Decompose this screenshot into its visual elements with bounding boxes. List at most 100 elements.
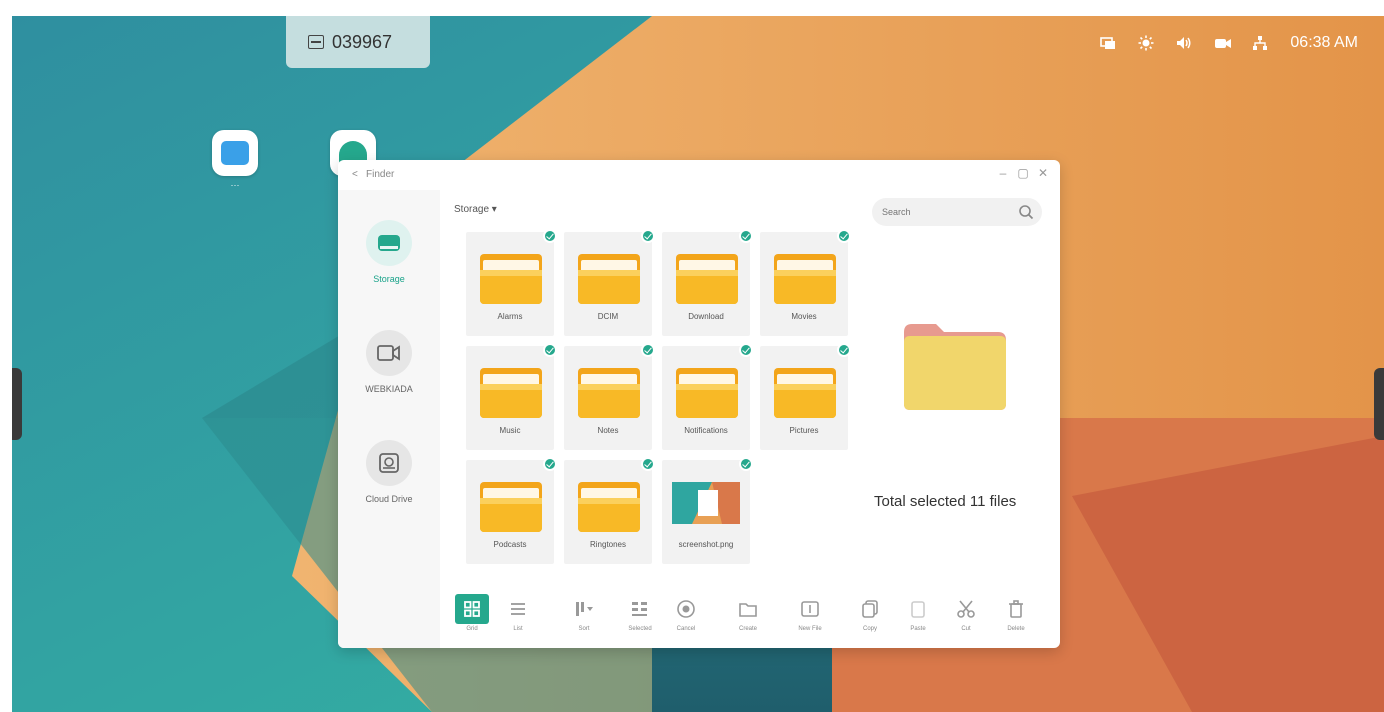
- volume-icon[interactable]: [1176, 35, 1192, 51]
- selected-check-icon[interactable]: [739, 343, 753, 357]
- file-name: screenshot.png: [678, 540, 734, 549]
- sort-icon: [567, 594, 601, 624]
- screen-mirror-icon[interactable]: [1100, 35, 1116, 51]
- cut-icon: [949, 594, 983, 624]
- storage-icon: [366, 220, 412, 266]
- whiteboard-app-label: ···: [230, 180, 240, 190]
- file-name: Alarms: [497, 312, 523, 321]
- selected-check-icon[interactable]: [641, 229, 655, 243]
- search-input[interactable]: [882, 204, 1002, 220]
- back-button[interactable]: <: [352, 169, 358, 180]
- toolbar-label: Cut: [961, 626, 971, 632]
- sidebar-item-webkiada[interactable]: WEBKIADA: [338, 330, 440, 394]
- folder-icon: [578, 482, 640, 532]
- folder-tile[interactable]: DCIM: [564, 229, 655, 336]
- toolbar-paste-button[interactable]: Paste: [898, 592, 938, 648]
- toolbar-create-button[interactable]: Create: [728, 592, 768, 648]
- selected-check-icon[interactable]: [543, 343, 557, 357]
- file-name: Music: [499, 426, 521, 435]
- selected-check-icon[interactable]: [543, 229, 557, 243]
- folder-tile[interactable]: Podcasts: [466, 457, 557, 564]
- search-icon[interactable]: [1018, 204, 1034, 225]
- status-bar: 06:38 AM: [1100, 34, 1358, 52]
- toolbar-list-button[interactable]: List: [498, 592, 538, 648]
- toolbar-label: New File: [798, 626, 822, 632]
- list-view-icon: [501, 594, 535, 624]
- device-id-text: 039967: [332, 31, 393, 52]
- toolbar-new-file-button[interactable]: New File: [790, 592, 830, 648]
- folder-preview-icon: [904, 324, 1006, 410]
- toolbar-label: Delete: [1007, 626, 1025, 632]
- new-file-icon: [793, 594, 827, 624]
- selected-check-icon[interactable]: [739, 229, 753, 243]
- toolbar-label: Cancel: [676, 626, 696, 632]
- minimize-button[interactable]: –: [996, 166, 1010, 180]
- folder-icon: [676, 368, 738, 418]
- folder-tile[interactable]: Ringtones: [564, 457, 655, 564]
- toolbar-label: List: [513, 626, 523, 632]
- toolbar-label: Sort: [578, 626, 590, 632]
- window-controls: – ▢ ✕: [996, 166, 1050, 180]
- file-name: Movies: [791, 312, 817, 321]
- image-thumbnail-icon: [672, 482, 740, 524]
- search-box[interactable]: [872, 198, 1042, 226]
- folder-tile[interactable]: Notes: [564, 343, 655, 450]
- maximize-button[interactable]: ▢: [1016, 166, 1030, 180]
- toolbar-label: Create: [738, 626, 757, 632]
- toolbar-label: Copy: [862, 626, 877, 632]
- selected-check-icon[interactable]: [641, 457, 655, 471]
- finder-window: < Finder – ▢ ✕ Storage WEBKIADA Cloud Dr…: [338, 160, 1060, 648]
- file-tile[interactable]: screenshot.png: [662, 457, 753, 564]
- folder-tile[interactable]: Download: [662, 229, 753, 336]
- left-edge-tab[interactable]: [12, 368, 22, 440]
- folder-icon: [480, 254, 542, 304]
- toolbar-cut-button[interactable]: Cut: [946, 592, 986, 648]
- clock-time: 06:38 AM: [1290, 34, 1358, 51]
- toolbar-copy-button[interactable]: Copy: [850, 592, 890, 648]
- selected-check-icon[interactable]: [641, 343, 655, 357]
- folder-tile[interactable]: Music: [466, 343, 557, 450]
- select-all-icon: [623, 594, 657, 624]
- folder-tile[interactable]: Pictures: [760, 343, 851, 450]
- device-id-badge[interactable]: 039967: [286, 16, 430, 68]
- more-icon: [1047, 594, 1060, 624]
- toolbar-mo-button[interactable]: Mo: [1044, 592, 1061, 648]
- selected-check-icon[interactable]: [543, 457, 557, 471]
- breadcrumb[interactable]: Storage ▾: [454, 204, 497, 215]
- sidebar-item-storage[interactable]: Storage: [338, 220, 440, 284]
- action-toolbar: Grid List Sort Selected Cancel Create New File…: [452, 592, 1060, 648]
- toolbar-label: Selected: [628, 626, 652, 632]
- whiteboard-app-icon[interactable]: [212, 130, 258, 176]
- toolbar-cancel-button[interactable]: Cancel: [666, 592, 706, 648]
- selected-check-icon[interactable]: [837, 229, 851, 243]
- folder-tile[interactable]: Movies: [760, 229, 851, 336]
- file-name: Ringtones: [589, 540, 627, 549]
- folder-icon: [774, 254, 836, 304]
- camera-icon[interactable]: [1214, 35, 1232, 51]
- toolbar-label: Mo: [1044, 626, 1061, 632]
- folder-tile[interactable]: Notifications: [662, 343, 753, 450]
- sidebar-item-label: Storage: [373, 274, 405, 284]
- file-name: Podcasts: [493, 540, 527, 549]
- toolbar-label: Paste: [910, 626, 926, 632]
- right-edge-tab[interactable]: [1374, 368, 1384, 440]
- folder-icon: [774, 368, 836, 418]
- folder-tile[interactable]: Alarms: [466, 229, 557, 336]
- selected-check-icon[interactable]: [739, 457, 753, 471]
- selected-check-icon[interactable]: [837, 343, 851, 357]
- close-button[interactable]: ✕: [1036, 166, 1050, 180]
- desktop-screen: 039967 06:38 AM ··· < Finder – ▢ ✕ Stora…: [12, 16, 1384, 712]
- toolbar-sort-button[interactable]: Sort: [564, 592, 604, 648]
- network-icon[interactable]: [1252, 35, 1268, 51]
- toolbar-grid-button[interactable]: Grid: [452, 592, 492, 648]
- file-name: Download: [688, 312, 724, 321]
- file-name: Pictures: [789, 426, 819, 435]
- brightness-icon[interactable]: [1138, 35, 1154, 51]
- cancel-icon: [669, 594, 703, 624]
- toolbar-delete-button[interactable]: Delete: [996, 592, 1036, 648]
- file-name: Notifications: [684, 426, 728, 435]
- file-name: Notes: [597, 426, 619, 435]
- sidebar-item-cloud-drive[interactable]: Cloud Drive: [338, 440, 440, 504]
- folder-icon: [676, 254, 738, 304]
- toolbar-selected-button[interactable]: Selected: [620, 592, 660, 648]
